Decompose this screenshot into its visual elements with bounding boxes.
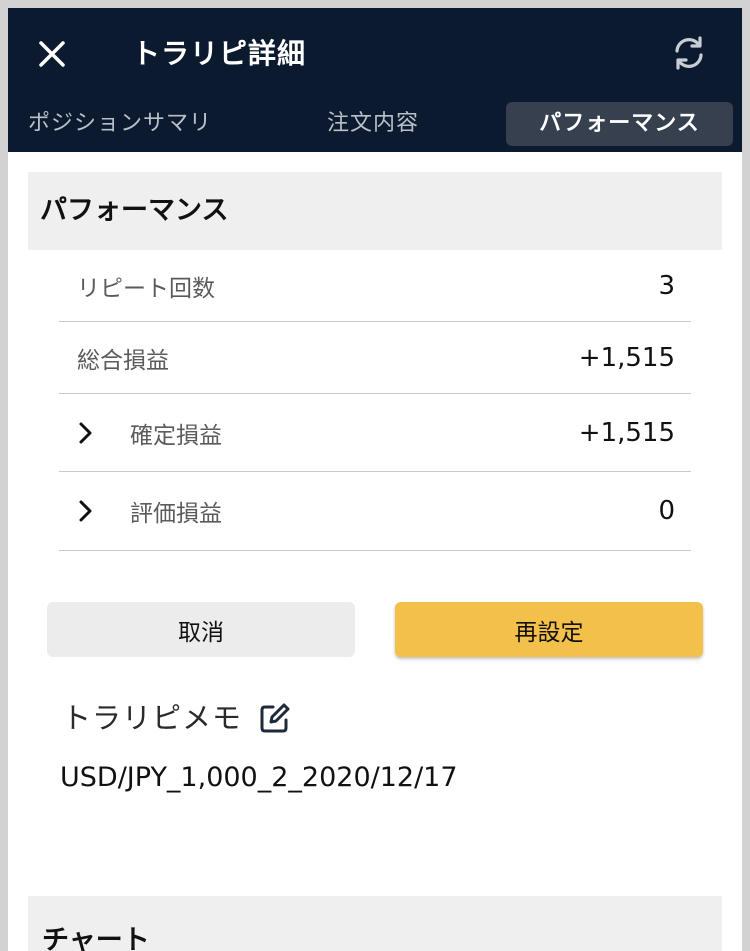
cancel-button[interactable]: 取消 (47, 602, 355, 657)
app-bar: トラリピ詳細 ポジションサマリ 注文内容 パフォーマンス (8, 8, 742, 152)
row-label: リピート回数 (77, 276, 215, 302)
row-label: 総合損益 (77, 347, 169, 374)
row-label: 評価損益 (130, 501, 222, 527)
memo-text: USD/JPY_1,000_2_2020/12/17 (60, 762, 458, 793)
row-value: 3 (658, 271, 675, 301)
performance-section-header: パフォーマンス (28, 172, 722, 250)
row-label: 確定損益 (130, 422, 222, 449)
edit-icon (260, 703, 290, 733)
edit-memo-button[interactable] (255, 698, 295, 738)
section-title: パフォーマンス (40, 195, 229, 226)
chevron-right-icon (77, 394, 95, 471)
repeat-count-row: リピート回数 3 (59, 251, 691, 322)
app-screen: トラリピ詳細 ポジションサマリ 注文内容 パフォーマンス パフォーマンス リピー… (8, 8, 742, 951)
row-value: 0 (658, 496, 675, 526)
page-title: トラリピ詳細 (132, 37, 307, 70)
refresh-button[interactable] (666, 30, 712, 76)
close-button[interactable] (32, 34, 72, 74)
realized-pnl-row[interactable]: 確定損益 +1,515 (59, 394, 691, 472)
chart-section-header: チャート (28, 896, 722, 951)
chevron-right-icon (77, 472, 95, 550)
chart-section-title: チャート (42, 925, 150, 951)
tab-performance[interactable]: パフォーマンス (506, 102, 733, 146)
reset-button[interactable]: 再設定 (395, 602, 703, 657)
tab-order-details[interactable]: 注文内容 (298, 102, 448, 146)
row-value: +1,515 (578, 342, 675, 373)
memo-title: トラリピメモ (62, 701, 243, 735)
total-pnl-row: 総合損益 +1,515 (59, 322, 691, 394)
close-icon (39, 41, 65, 67)
row-value: +1,515 (578, 417, 675, 448)
unrealized-pnl-row[interactable]: 評価損益 0 (59, 472, 691, 551)
refresh-icon (675, 36, 703, 70)
tab-position-summary[interactable]: ポジションサマリ (28, 102, 228, 146)
